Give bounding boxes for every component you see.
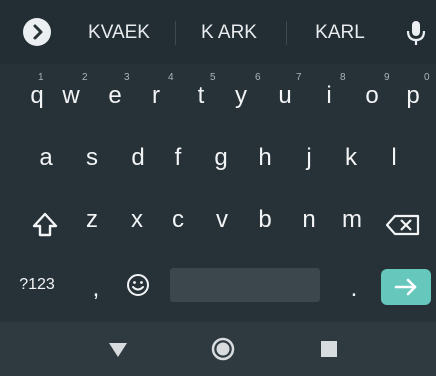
hint-2: 2 — [82, 72, 88, 83]
key-t[interactable]: t — [186, 82, 216, 110]
backspace-icon — [385, 214, 420, 236]
space-bar[interactable] — [170, 268, 320, 302]
key-d[interactable]: d — [123, 144, 153, 172]
keyboard: KVAEK K ARK KARL q 1 w 2 e 3 r 4 t 5 y 6… — [0, 0, 436, 322]
key-b[interactable]: b — [250, 206, 280, 234]
home-button[interactable] — [208, 334, 238, 364]
suggestion-strip: KVAEK K ARK KARL — [0, 0, 436, 64]
hint-6: 6 — [255, 72, 261, 83]
key-o[interactable]: o — [357, 82, 387, 110]
key-n[interactable]: n — [294, 206, 324, 234]
expand-suggestions-button[interactable] — [23, 18, 51, 46]
key-g[interactable]: g — [206, 144, 236, 172]
key-i[interactable]: i — [314, 82, 344, 110]
comma-key[interactable]: , — [86, 275, 106, 303]
key-x[interactable]: x — [122, 206, 152, 234]
hint-3: 3 — [124, 72, 130, 83]
microphone-button[interactable] — [403, 18, 429, 48]
navigation-bar — [0, 322, 436, 376]
period-key[interactable]: . — [344, 275, 364, 303]
symbols-key[interactable]: ?123 — [12, 276, 62, 294]
key-h[interactable]: h — [250, 144, 280, 172]
recents-button[interactable] — [318, 338, 340, 360]
smiley-icon — [127, 274, 149, 296]
key-r[interactable]: r — [141, 82, 171, 110]
key-m[interactable]: m — [337, 206, 367, 234]
microphone-icon — [406, 21, 426, 45]
emoji-key[interactable] — [123, 270, 153, 300]
key-y[interactable]: y — [226, 82, 256, 110]
arrow-right-icon — [394, 278, 417, 296]
shift-key[interactable] — [28, 208, 62, 242]
key-p[interactable]: p — [398, 82, 428, 110]
key-q[interactable]: q — [22, 82, 52, 110]
square-icon — [321, 341, 337, 357]
suggestion-3[interactable]: KARL — [287, 19, 393, 47]
key-s[interactable]: s — [77, 144, 107, 172]
hint-8: 8 — [340, 72, 346, 83]
key-c[interactable]: c — [163, 206, 193, 234]
hint-7: 7 — [296, 72, 302, 83]
hint-5: 5 — [210, 72, 216, 83]
shift-icon — [32, 212, 58, 237]
key-u[interactable]: u — [270, 82, 300, 110]
key-a[interactable]: a — [31, 144, 61, 172]
backspace-key[interactable] — [383, 208, 423, 242]
enter-button[interactable] — [381, 269, 431, 305]
hint-9: 9 — [384, 72, 390, 83]
hint-0: 0 — [424, 72, 430, 83]
hint-1: 1 — [38, 72, 44, 83]
suggestion-1[interactable]: KVAEK — [64, 19, 174, 47]
hint-4: 4 — [168, 72, 174, 83]
triangle-down-icon — [109, 343, 127, 357]
home-circle-icon — [211, 337, 235, 361]
chevron-right-icon — [33, 24, 43, 40]
suggestion-2[interactable]: K ARK — [176, 19, 282, 47]
back-button[interactable] — [103, 337, 133, 361]
key-l[interactable]: l — [379, 144, 409, 172]
key-e[interactable]: e — [100, 82, 130, 110]
key-k[interactable]: k — [336, 144, 366, 172]
key-z[interactable]: z — [77, 206, 107, 234]
key-w[interactable]: w — [56, 82, 86, 110]
key-f[interactable]: f — [163, 144, 193, 172]
key-j[interactable]: j — [294, 144, 324, 172]
key-v[interactable]: v — [207, 206, 237, 234]
